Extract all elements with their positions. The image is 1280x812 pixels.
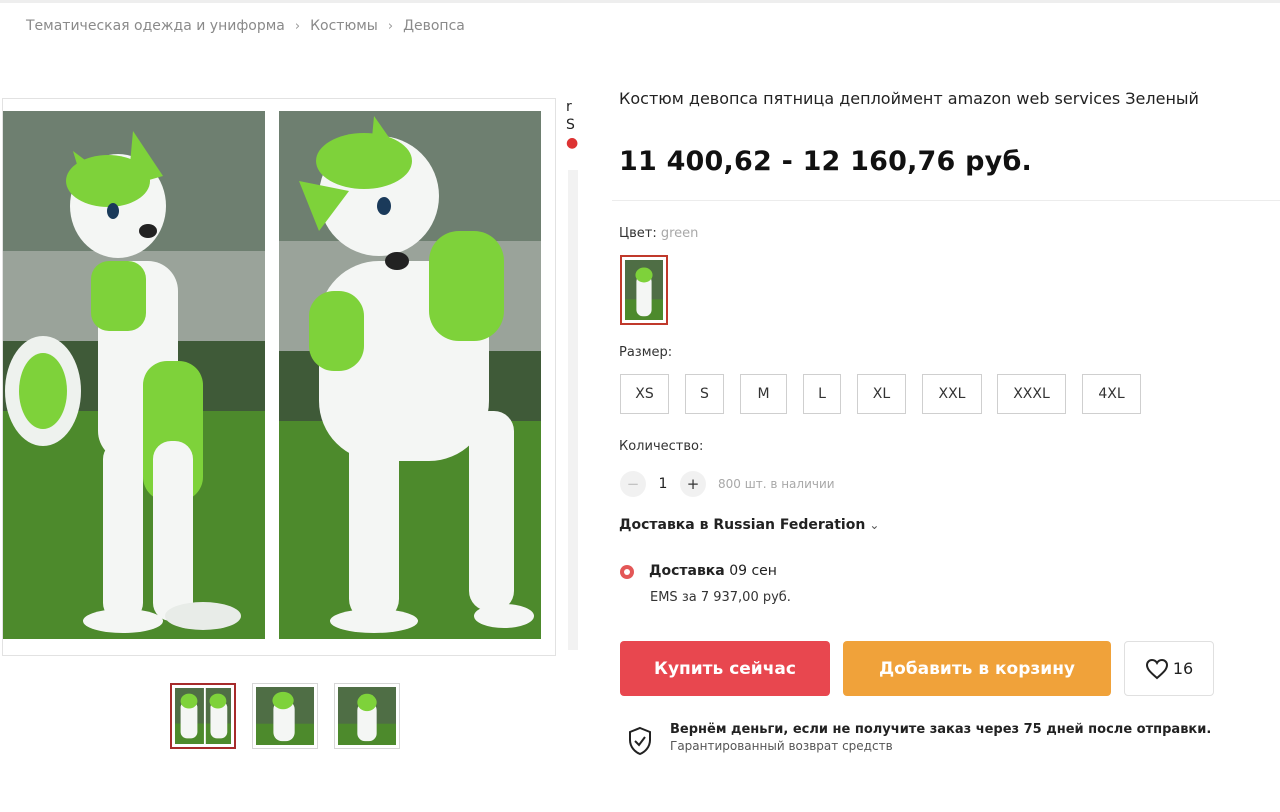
size-option-l[interactable]: L bbox=[803, 374, 841, 414]
divider bbox=[612, 200, 1280, 201]
quantity-value[interactable]: 1 bbox=[646, 476, 680, 492]
chevron-right-icon: › bbox=[387, 18, 394, 34]
chevron-down-icon: ⌄ bbox=[869, 518, 880, 532]
top-border bbox=[0, 0, 1280, 3]
chevron-right-icon: › bbox=[294, 18, 301, 34]
color-label: Цвет: green bbox=[619, 226, 698, 241]
delivery-date: 09 сен bbox=[729, 563, 777, 579]
gallery-divider bbox=[568, 170, 578, 650]
stock-count: 800 шт. в наличии bbox=[718, 477, 835, 491]
size-option-xl[interactable]: XL bbox=[857, 374, 906, 414]
delivery-method: EMS за 7 937,00 руб. bbox=[650, 590, 791, 605]
breadcrumb: Тематическая одежда и униформа › Костюмы… bbox=[26, 18, 465, 34]
clipped-text-line: S bbox=[566, 117, 575, 133]
quantity-label: Количество: bbox=[619, 439, 704, 454]
costume-photo-right bbox=[279, 111, 541, 639]
quantity-decrease-button[interactable]: − bbox=[620, 471, 646, 497]
breadcrumb-item-devops[interactable]: Девопса bbox=[403, 18, 465, 34]
product-title: Костюм девопса пятница деплоймент amazon… bbox=[619, 89, 1199, 108]
heart-icon bbox=[1145, 658, 1168, 679]
add-to-cart-button[interactable]: Добавить в корзину bbox=[843, 641, 1111, 696]
guarantee-sub-text: Гарантированный возврат средств bbox=[670, 739, 893, 753]
thumbnail-1[interactable] bbox=[170, 683, 236, 749]
size-option-xxl[interactable]: XXL bbox=[922, 374, 982, 414]
delivery-heading-text: Доставка в Russian Federation bbox=[619, 517, 866, 533]
size-label: Размер: bbox=[619, 345, 673, 360]
size-option-m[interactable]: M bbox=[740, 374, 787, 414]
red-dot-icon: ● bbox=[566, 135, 579, 151]
wishlist-button[interactable]: 16 bbox=[1124, 641, 1214, 696]
quantity-increase-button[interactable]: + bbox=[680, 471, 706, 497]
product-price: 11 400,62 - 12 160,76 руб. bbox=[619, 146, 1032, 177]
thumbnail-3[interactable] bbox=[334, 683, 400, 749]
color-swatch-green[interactable] bbox=[620, 255, 668, 325]
thumbnail-2[interactable] bbox=[252, 683, 318, 749]
thumbnail-strip bbox=[170, 683, 400, 749]
breadcrumb-item-category[interactable]: Тематическая одежда и униформа bbox=[26, 18, 285, 34]
color-label-text: Цвет: bbox=[619, 226, 657, 241]
quantity-stepper: − 1 + 800 шт. в наличии bbox=[620, 470, 835, 498]
buy-now-button[interactable]: Купить сейчас bbox=[620, 641, 830, 696]
main-product-image[interactable] bbox=[2, 98, 556, 656]
color-value: green bbox=[660, 226, 699, 241]
wishlist-count: 16 bbox=[1172, 659, 1194, 678]
size-option-s[interactable]: S bbox=[685, 374, 724, 414]
delivery-label: Доставка bbox=[649, 563, 725, 579]
breadcrumb-item-costumes[interactable]: Костюмы bbox=[310, 18, 378, 34]
buyer-protection: Вернём деньги, если не получите заказ че… bbox=[627, 722, 1211, 756]
size-option-xxxl[interactable]: XXXL bbox=[997, 374, 1066, 414]
size-option-xs[interactable]: XS bbox=[620, 374, 669, 414]
delivery-option: Доставка 09 сен bbox=[649, 563, 777, 579]
shield-check-icon bbox=[629, 726, 651, 756]
guarantee-main-text: Вернём деньги, если не получите заказ че… bbox=[670, 722, 1212, 737]
size-option-4xl[interactable]: 4XL bbox=[1082, 374, 1141, 414]
delivery-option-radio[interactable] bbox=[620, 565, 634, 579]
delivery-destination[interactable]: Доставка в Russian Federation ⌄ bbox=[619, 517, 879, 533]
clipped-side-text: r S ● bbox=[566, 98, 586, 168]
clipped-text-line: r bbox=[566, 99, 572, 115]
costume-photo-left bbox=[3, 111, 265, 639]
